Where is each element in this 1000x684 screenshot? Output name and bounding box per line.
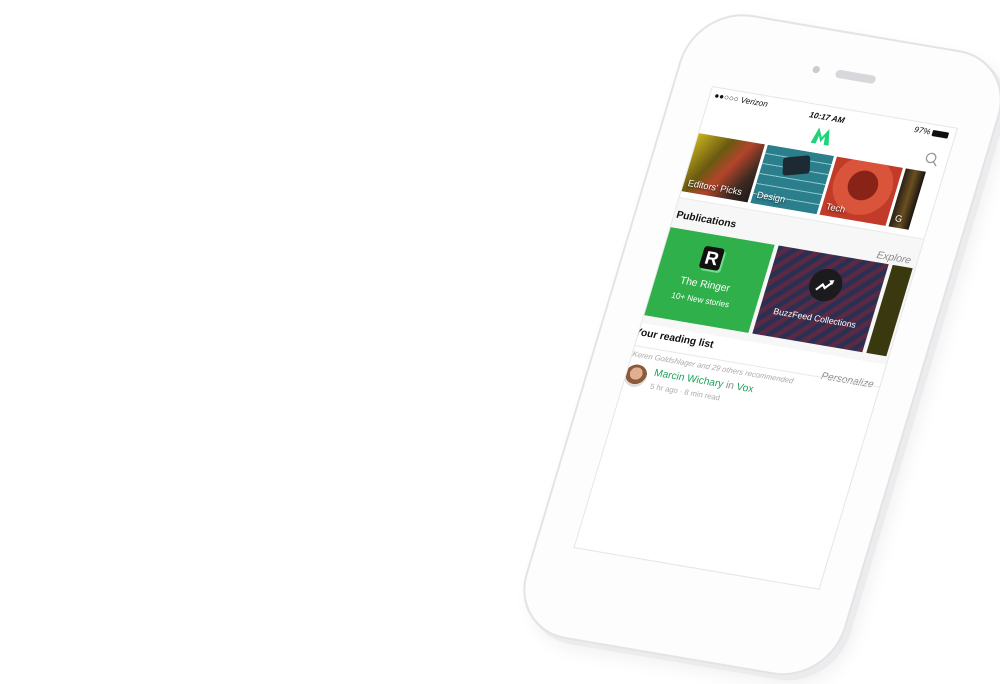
publication-link[interactable]: Vox xyxy=(735,382,755,396)
trending-arrow-icon xyxy=(804,266,847,304)
topic-editors-picks[interactable]: Editors' Picks xyxy=(681,133,765,203)
topic-label: Tech xyxy=(824,201,847,215)
search-icon[interactable] xyxy=(923,151,941,167)
publication-buzzfeed-collections[interactable]: BuzzFeed Collections xyxy=(752,245,889,353)
topic-design[interactable]: Design xyxy=(750,144,834,215)
topic-label: Editors' Picks xyxy=(686,177,744,197)
battery-percent: 97% xyxy=(913,124,932,137)
in-text: in xyxy=(724,379,736,393)
battery-icon xyxy=(931,129,950,139)
medium-logo-icon[interactable] xyxy=(809,126,834,147)
speaker-grille xyxy=(834,69,877,85)
topic-label: Design xyxy=(755,189,787,205)
publication-name: BuzzFeed Collections xyxy=(772,305,858,330)
battery: 97% xyxy=(913,125,950,140)
ringer-logo: R xyxy=(698,245,726,272)
topic-tech[interactable]: Tech xyxy=(819,156,903,226)
topic-label: G xyxy=(893,213,904,225)
camera-icon xyxy=(811,65,821,74)
